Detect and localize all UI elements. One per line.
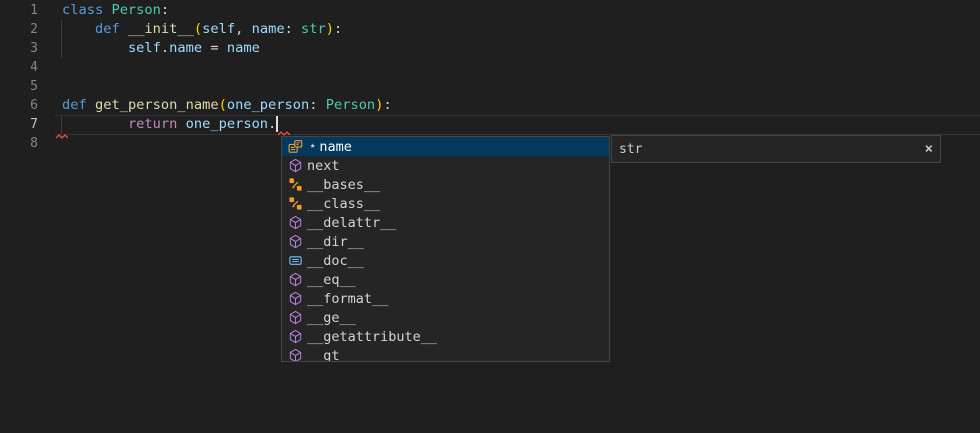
suggestion-label: __eq__ — [307, 272, 356, 288]
code-line-1[interactable]: class Person: — [62, 1, 392, 20]
symbol-class-icon — [287, 196, 303, 212]
code-editor: 12345678 class Person: def __init__(self… — [0, 0, 980, 433]
symbol-method-icon — [287, 234, 303, 250]
symbol-constant-icon — [287, 253, 303, 269]
symbol-method-icon — [287, 215, 303, 231]
error-squiggle — [56, 134, 68, 139]
code-line-5[interactable] — [62, 77, 392, 96]
code-token: : — [334, 21, 342, 37]
code-token — [177, 116, 185, 132]
code-token: return — [128, 116, 177, 132]
code-token — [62, 116, 128, 132]
suggestion-item[interactable]: __gt__ — [282, 346, 609, 362]
suggestion-label: __doc__ — [307, 253, 364, 269]
suggestion-item[interactable]: __bases__ — [282, 175, 609, 194]
code-token — [120, 21, 128, 37]
code-line-6[interactable]: def get_person_name(one_person: Person): — [62, 96, 392, 115]
code-token: one_person — [186, 116, 268, 132]
suggest-widget: ★ name next __bases__ __class__ __delattr__ __… — [281, 136, 610, 362]
code-token: name — [169, 40, 202, 56]
suggestion-label: __format__ — [307, 291, 388, 307]
code-token: ( — [219, 97, 227, 113]
line-number: 8 — [0, 134, 38, 153]
suggestion-label: __dir__ — [307, 234, 364, 250]
code-token: name — [227, 40, 260, 56]
code-token: = — [202, 40, 227, 56]
code-token: name — [252, 21, 285, 37]
code-token: get_person_name — [95, 97, 219, 113]
suggestion-item[interactable]: __delattr__ — [282, 213, 609, 232]
code-line-3[interactable]: self.name = name — [62, 39, 392, 58]
line-number-gutter: 12345678 — [0, 1, 38, 153]
line-number: 1 — [0, 1, 38, 20]
code-area[interactable]: class Person: def __init__(self, name: s… — [62, 1, 392, 153]
code-token: self — [202, 21, 235, 37]
suggestion-label: __class__ — [307, 196, 380, 212]
code-token — [62, 21, 95, 37]
code-token: one_person — [227, 97, 309, 113]
suggestion-item[interactable]: __getattribute__ — [282, 327, 609, 346]
line-number: 5 — [0, 77, 38, 96]
symbol-method-icon — [287, 158, 303, 174]
close-icon[interactable]: × — [925, 142, 933, 156]
code-token: ( — [194, 21, 202, 37]
suggestion-item[interactable]: __doc__ — [282, 251, 609, 270]
code-line-7[interactable]: return one_person. — [62, 115, 392, 134]
symbol-method-icon — [287, 272, 303, 288]
code-token: __init__ — [128, 21, 194, 37]
suggest-details-panel: str × — [611, 135, 941, 163]
code-token: class — [62, 2, 103, 18]
line-number: 7 — [0, 115, 38, 134]
code-line-2[interactable]: def __init__(self, name: str): — [62, 20, 392, 39]
suggestion-item[interactable]: __ge__ — [282, 308, 609, 327]
suggestion-item[interactable]: __eq__ — [282, 270, 609, 289]
code-token: ) — [326, 21, 334, 37]
code-token: self — [128, 40, 161, 56]
line-number: 2 — [0, 20, 38, 39]
text-cursor — [276, 116, 278, 132]
symbol-method-icon — [287, 348, 303, 363]
symbol-method-icon — [287, 310, 303, 326]
code-token: : — [285, 21, 301, 37]
code-token: def — [95, 21, 120, 37]
line-number: 4 — [0, 58, 38, 77]
code-token — [87, 97, 95, 113]
symbol-class-icon — [287, 177, 303, 193]
line-number: 3 — [0, 39, 38, 58]
code-token: str — [301, 21, 326, 37]
suggestion-label: name — [319, 139, 352, 155]
code-token: , — [235, 21, 251, 37]
suggestion-label: __ge__ — [307, 310, 356, 326]
suggestion-label: __bases__ — [307, 177, 380, 193]
suggestion-label: next — [307, 158, 340, 174]
line-number: 6 — [0, 96, 38, 115]
suggestion-item[interactable]: __class__ — [282, 194, 609, 213]
suggestion-label: __getattribute__ — [307, 329, 437, 345]
code-token: : — [161, 2, 169, 18]
code-token: . — [161, 40, 169, 56]
suggestion-label: __delattr__ — [307, 215, 396, 231]
suggestion-item[interactable]: ★ name — [282, 137, 609, 156]
code-line-4[interactable] — [62, 58, 392, 77]
suggestion-item[interactable]: next — [282, 156, 609, 175]
symbol-method-icon — [287, 329, 303, 345]
star-icon: ★ — [310, 142, 315, 151]
code-token: def — [62, 97, 87, 113]
code-token: : — [383, 97, 391, 113]
suggestion-type-label: str — [619, 142, 925, 157]
symbol-field-icon — [287, 139, 303, 155]
code-token: Person — [326, 97, 375, 113]
suggestion-item[interactable]: __format__ — [282, 289, 609, 308]
suggestion-item[interactable]: __dir__ — [282, 232, 609, 251]
code-token: Person — [111, 2, 160, 18]
symbol-method-icon — [287, 291, 303, 307]
code-token — [62, 40, 128, 56]
suggestion-label: __gt__ — [307, 348, 356, 363]
code-token: : — [309, 97, 325, 113]
